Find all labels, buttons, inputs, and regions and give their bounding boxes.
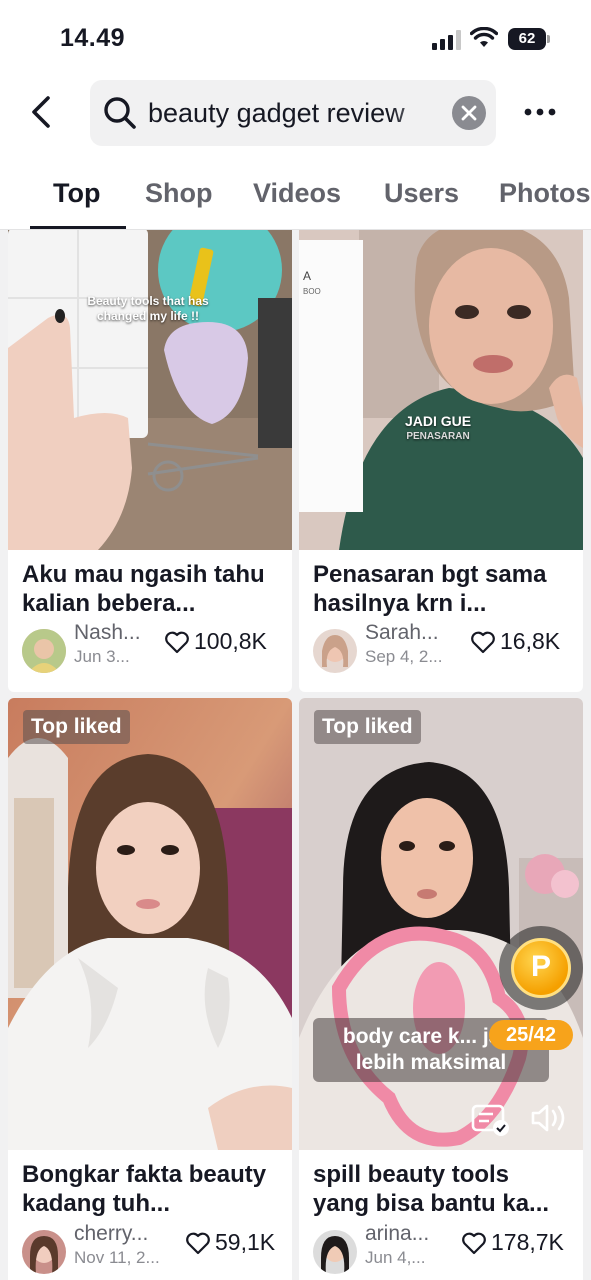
- volume-icon: [531, 1104, 565, 1132]
- tab-shop[interactable]: Shop: [145, 178, 213, 209]
- avatar[interactable]: [22, 629, 66, 673]
- video-title: Penasaran bgt sama hasilnya krn i...: [313, 561, 547, 617]
- search-header: beauty gadget review: [0, 78, 591, 166]
- author-name[interactable]: Sarah...: [365, 621, 439, 645]
- reward-counter: 25/42: [489, 1020, 573, 1050]
- avatar[interactable]: [313, 629, 357, 673]
- more-options-icon[interactable]: [522, 100, 558, 124]
- back-arrow-icon[interactable]: [24, 92, 60, 132]
- svg-text:A: A: [303, 269, 311, 283]
- results-grid: Beauty tools that has changed my life !!…: [0, 230, 591, 1280]
- avatar[interactable]: [313, 1230, 357, 1274]
- cellular-signal-icon: [432, 30, 461, 50]
- thumbnail-caption: JADI GUE PENASARAN: [404, 413, 472, 443]
- like-count: 16,8K: [500, 628, 561, 654]
- status-bar: 14.49 62: [0, 0, 591, 78]
- video-thumbnail: Beauty tools that has changed my life !!: [8, 230, 292, 550]
- heart-icon: [462, 1232, 486, 1255]
- author-name[interactable]: arina...: [365, 1222, 429, 1246]
- status-time: 14.49: [60, 24, 126, 52]
- tab-photos[interactable]: Photos: [499, 178, 591, 209]
- wifi-icon: [470, 27, 498, 47]
- like-count: 59,1K: [215, 1229, 276, 1255]
- post-date: Sep 4, 2...: [365, 647, 443, 666]
- video-thumbnail: A BOO JADI GUE PENASARAN: [299, 230, 583, 550]
- video-title: Aku mau ngasih tahu kalian bebera...: [22, 561, 265, 617]
- video-title: Bongkar fakta beauty kadang tuh...: [22, 1161, 267, 1217]
- video-card[interactable]: Top liked Bongkar fakta beauty kadang tu…: [8, 698, 292, 1280]
- search-icon: [104, 97, 136, 129]
- battery-level: 62: [508, 28, 546, 50]
- heart-icon: [471, 631, 495, 654]
- video-thumbnail: Top liked P body care k... jadi lebih ma…: [299, 698, 583, 1150]
- close-icon: [461, 105, 477, 121]
- video-thumbnail: Top liked: [8, 698, 292, 1150]
- video-card[interactable]: Beauty tools that has changed my life !!…: [8, 230, 292, 692]
- tab-users[interactable]: Users: [384, 178, 459, 209]
- video-card[interactable]: A BOO JADI GUE PENASARAN Penasaran bgt s…: [299, 230, 583, 692]
- avatar[interactable]: [22, 1230, 66, 1274]
- like-count: 178,7K: [491, 1229, 564, 1255]
- video-title: spill beauty tools yang bisa bantu ka...: [313, 1161, 550, 1217]
- post-date: Nov 11, 2...: [74, 1248, 160, 1267]
- search-input[interactable]: beauty gadget review: [90, 80, 496, 146]
- caption-check-icon: [471, 1104, 509, 1136]
- author-name[interactable]: Nash...: [74, 621, 141, 645]
- tab-top[interactable]: Top: [53, 178, 100, 209]
- post-date: Jun 4,...: [365, 1248, 426, 1267]
- author-name[interactable]: cherry...: [74, 1222, 148, 1246]
- search-tabs: Top Shop Videos Users Photos: [0, 166, 591, 230]
- top-liked-badge: Top liked: [314, 710, 421, 744]
- video-card[interactable]: Top liked P body care k... jadi lebih ma…: [299, 698, 583, 1280]
- svg-text:BOO: BOO: [303, 287, 321, 296]
- heart-icon: [186, 1232, 210, 1255]
- tab-videos[interactable]: Videos: [253, 178, 341, 209]
- thumbnail-caption: Beauty tools that has changed my life !!: [87, 294, 209, 323]
- coin-reward-icon[interactable]: P: [499, 926, 583, 1010]
- like-count: 100,8K: [194, 628, 267, 654]
- heart-icon: [165, 631, 189, 654]
- post-date: Jun 3...: [74, 647, 130, 666]
- video-controls: [471, 1104, 565, 1136]
- battery-icon: 62: [508, 28, 550, 50]
- top-liked-badge: Top liked: [23, 710, 130, 744]
- clear-search-button[interactable]: [452, 96, 486, 130]
